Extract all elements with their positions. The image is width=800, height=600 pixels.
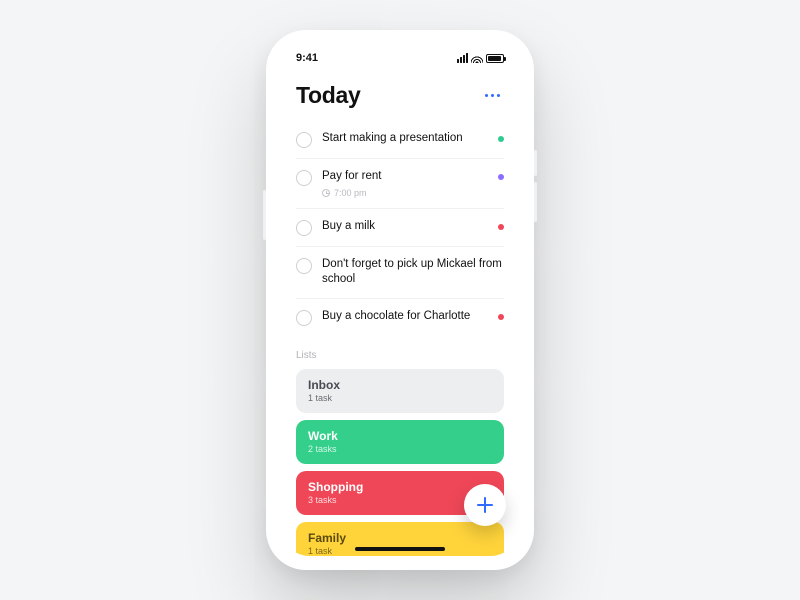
wifi-icon xyxy=(471,54,483,63)
task-tag-dot xyxy=(498,136,504,142)
task-body: Start making a presentation xyxy=(322,131,488,147)
task-checkbox[interactable] xyxy=(296,132,312,148)
battery-icon xyxy=(486,54,504,63)
stage: 9:41 Today Start making a presentation Pa… xyxy=(0,0,800,600)
side-button xyxy=(534,150,537,176)
task-body: Don't forget to pick up Mickael from sch… xyxy=(322,257,504,288)
list-name: Family xyxy=(308,531,492,545)
status-icons xyxy=(457,53,504,63)
content: Today Start making a presentation Pay for… xyxy=(280,72,520,556)
task-checkbox[interactable] xyxy=(296,220,312,236)
task-list: Start making a presentation Pay for rent 7… xyxy=(296,121,504,336)
list-name: Inbox xyxy=(308,378,492,392)
list-name: Work xyxy=(308,429,492,443)
task-row[interactable]: Buy a chocolate for Charlotte xyxy=(296,299,504,336)
lists-container: Inbox1 taskWork2 tasksShopping3 tasksFam… xyxy=(296,369,504,556)
task-body: Buy a milk xyxy=(322,219,488,235)
list-card[interactable]: Inbox1 task xyxy=(296,369,504,413)
task-row[interactable]: Start making a presentation xyxy=(296,121,504,159)
signal-icon xyxy=(457,53,468,63)
task-title: Don't forget to pick up Mickael from sch… xyxy=(322,257,504,288)
task-title: Buy a chocolate for Charlotte xyxy=(322,309,488,325)
side-button xyxy=(534,182,537,222)
task-row[interactable]: Buy a milk xyxy=(296,209,504,247)
home-indicator xyxy=(355,547,445,551)
status-time: 9:41 xyxy=(296,52,318,64)
task-checkbox[interactable] xyxy=(296,310,312,326)
list-count: 2 tasks xyxy=(308,444,492,454)
list-name: Shopping xyxy=(308,480,492,494)
task-title: Pay for rent xyxy=(322,169,488,185)
task-tag-dot xyxy=(498,314,504,320)
task-row[interactable]: Don't forget to pick up Mickael from sch… xyxy=(296,247,504,299)
more-button[interactable] xyxy=(480,86,504,106)
list-count: 1 task xyxy=(308,393,492,403)
clock-icon xyxy=(322,189,330,197)
task-row[interactable]: Pay for rent 7:00 pm xyxy=(296,159,504,209)
task-checkbox[interactable] xyxy=(296,170,312,186)
task-time-meta: 7:00 pm xyxy=(322,188,488,198)
header: Today xyxy=(296,72,504,121)
plus-icon xyxy=(477,497,493,513)
task-title: Start making a presentation xyxy=(322,131,488,147)
screen: 9:41 Today Start making a presentation Pa… xyxy=(280,44,520,556)
task-title: Buy a milk xyxy=(322,219,488,235)
lists-section-label: Lists xyxy=(296,336,504,369)
notch xyxy=(345,44,455,64)
list-card[interactable]: Work2 tasks xyxy=(296,420,504,464)
more-icon xyxy=(485,94,500,97)
task-body: Pay for rent 7:00 pm xyxy=(322,169,488,198)
task-time: 7:00 pm xyxy=(334,188,367,198)
task-checkbox[interactable] xyxy=(296,258,312,274)
page-title: Today xyxy=(296,82,361,109)
task-tag-dot xyxy=(498,224,504,230)
side-button xyxy=(263,190,266,240)
phone-frame: 9:41 Today Start making a presentation Pa… xyxy=(266,30,534,570)
task-tag-dot xyxy=(498,174,504,180)
task-body: Buy a chocolate for Charlotte xyxy=(322,309,488,325)
add-button[interactable] xyxy=(464,484,506,526)
